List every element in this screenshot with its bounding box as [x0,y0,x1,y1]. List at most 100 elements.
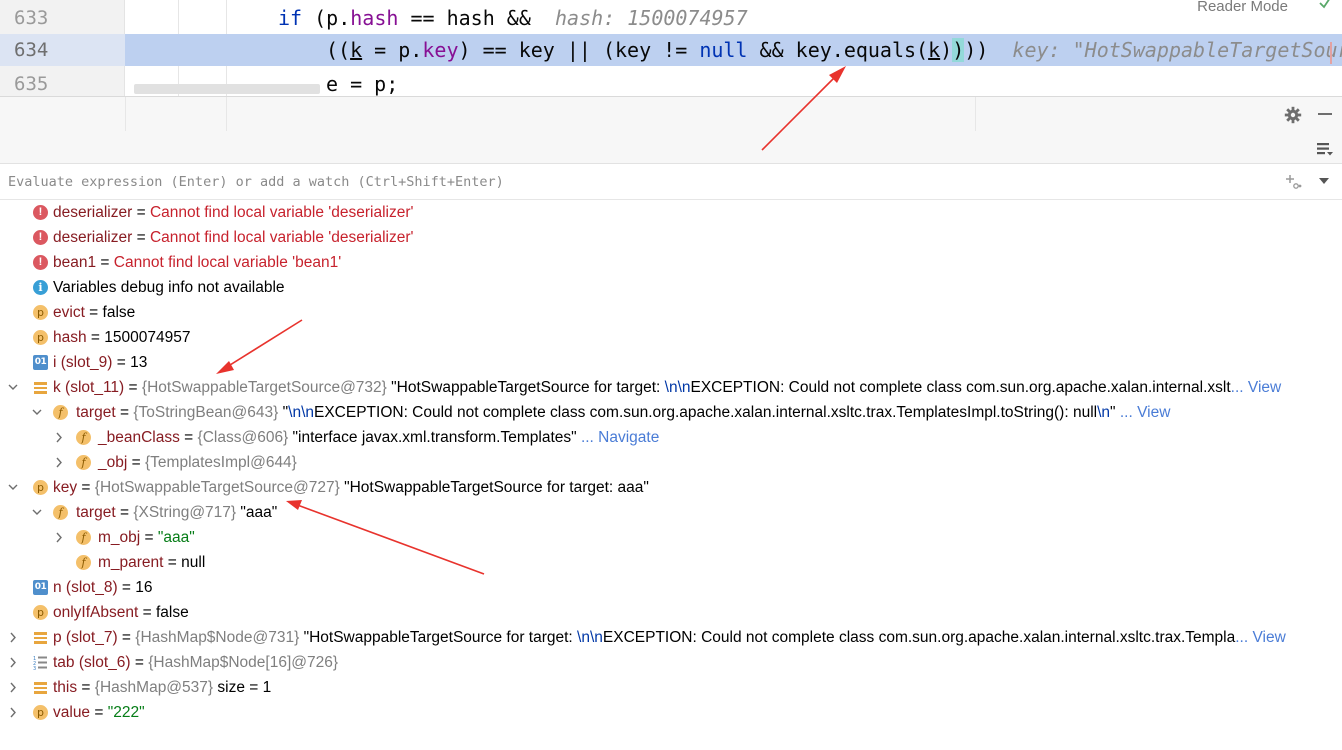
variable-row[interactable]: f m_obj = "aaa" [0,525,1342,550]
view-link[interactable]: ... Navigate [581,429,659,446]
chevron-right-icon[interactable] [6,625,20,650]
equals-sign: = [130,654,149,671]
variable-text: value = "222" [53,700,145,725]
minimize-icon[interactable] [1318,113,1332,115]
evaluate-expression-input[interactable] [8,164,1268,200]
code-token: k [928,38,941,62]
variable-row[interactable]: ! bean1 = Cannot find local variable 'bea… [0,250,1342,275]
chevron-right-icon[interactable] [6,700,20,725]
equals-sign: = [132,204,150,221]
variable-value: "aaa" [236,504,278,521]
variable-name: this [53,679,78,696]
error-stripe-marker[interactable] [1330,42,1342,64]
variable-row[interactable]: k (slot_11) = {HotSwappableTargetSource@… [0,375,1342,400]
variable-name: tab (slot_6) [53,654,131,671]
variable-text: target = {XString@717} "aaa" [76,500,277,525]
variable-text: deserializer = Cannot find local variabl… [53,200,413,225]
equals-sign: = [138,604,156,621]
parameter-icon: p [33,480,48,495]
variable-name: key [53,479,78,496]
horizontal-scrollbar[interactable] [134,84,320,94]
variable-value: \n\n [664,379,691,396]
variable-row[interactable]: p hash = 1500074957 [0,325,1342,350]
chevron-right-icon[interactable] [52,425,66,450]
variable-row[interactable]: p onlyIfAbsent = false [0,600,1342,625]
view-link[interactable]: ... View [1231,379,1282,396]
gear-icon[interactable] [1284,106,1302,124]
variable-row[interactable]: 01 i (slot_9) = 13 [0,350,1342,375]
variable-name: onlyIfAbsent [53,604,139,621]
variable-row[interactable]: this = {HashMap@537} size = 1 [0,675,1342,700]
chevron-down-icon[interactable] [6,475,20,500]
variable-row[interactable]: ! deserializer = Cannot find local variab… [0,225,1342,250]
equals-sign: = [124,379,142,396]
variable-value: size = 1 [213,679,272,696]
variables-tree[interactable]: ! deserializer = Cannot find local variab… [0,200,1342,725]
chevron-down-icon[interactable] [6,375,20,400]
variable-value: false [102,304,136,321]
variable-name: _beanClass [98,429,180,446]
variable-value: 1500074957 [104,329,191,346]
variable-row[interactable]: p value = "222" [0,700,1342,725]
code-token: key: "HotSwappableTargetSource for targe… [1012,38,1342,62]
field-icon: f [53,505,68,520]
variable-name: i (slot_9) [53,354,113,371]
variable-text: bean1 = Cannot find local variable 'bean… [53,250,341,275]
reader-mode-button[interactable]: Reader Mode [1197,0,1288,15]
variable-name: target [76,504,116,521]
variable-text: target = {ToStringBean@643} "\n\nEXCEPTI… [76,400,1170,425]
divider [975,97,976,131]
variable-row[interactable]: f target = {ToStringBean@643} "\n\nEXCEPT… [0,400,1342,425]
code-text: ((k = p.key) == key || (key != null && k… [326,34,1342,66]
chevron-down-icon[interactable] [1319,178,1329,184]
equals-sign: = [132,229,150,246]
chevron-right-icon[interactable] [6,650,20,675]
field-icon: f [76,455,91,470]
code-editor[interactable]: 633 if (p.hash == hash && hash: 15000749… [0,0,1342,96]
variable-name: deserializer [53,229,133,246]
variable-value: " [1110,404,1120,421]
variable-value: "HotSwappableTargetSource for target: [299,629,578,646]
chevron-right-icon[interactable] [6,675,20,700]
variable-name: evict [53,304,85,321]
error-icon: ! [33,230,48,245]
add-watch-icon[interactable] [1286,174,1302,190]
variable-row[interactable]: f _beanClass = {Class@606} "interface jav… [0,425,1342,450]
view-link[interactable]: ... View [1120,404,1171,421]
variable-row[interactable]: f target = {XString@717} "aaa" [0,500,1342,525]
code-text: e = p; [326,68,398,96]
chevron-down-icon[interactable] [30,500,44,525]
variable-row[interactable]: 01 n (slot_8) = 16 [0,575,1342,600]
chevron-down-icon[interactable] [30,400,44,425]
equals-sign: = [86,329,105,346]
debug-panel-header [0,96,1342,164]
code-token: k [350,38,363,62]
chevron-right-icon[interactable] [52,525,66,550]
code-token: && key.equals( [747,38,929,62]
variable-text: key = {HotSwappableTargetSource@727} "Ho… [53,475,649,500]
chevron-right-icon[interactable] [52,450,66,475]
divider [125,97,126,131]
view-link[interactable]: ... View [1235,629,1286,646]
variable-value: Cannot find local variable 'deserializer… [149,229,414,246]
layout-icon[interactable] [1316,141,1334,157]
variable-row[interactable]: p evict = false [0,300,1342,325]
variable-text: _obj = {TemplatesImpl@644} [98,450,297,475]
variable-row[interactable]: p (slot_7) = {HashMap$Node@731} "HotSwap… [0,625,1342,650]
variable-row[interactable]: f _obj = {TemplatesImpl@644} [0,450,1342,475]
info-icon: i [33,280,48,295]
variable-name: Variables debug info not available [53,279,285,296]
code-line-634-current[interactable]: 634 ((k = p.key) == key || (key != null … [0,34,1342,66]
equals-sign: = [84,304,103,321]
variable-name: k (slot_11) [53,379,125,396]
variable-value: EXCEPTION: Could not complete class com.… [602,629,1236,646]
equals-sign: = [127,454,145,471]
code-line-633[interactable]: 633 if (p.hash == hash && hash: 15000749… [0,2,1342,34]
variable-row[interactable]: p key = {HotSwappableTargetSource@727} "H… [0,475,1342,500]
variable-row[interactable]: i Variables debug info not available [0,275,1342,300]
variable-row[interactable]: f m_parent = null [0,550,1342,575]
parameter-icon: p [33,305,48,320]
variable-row[interactable]: 1 2 3 tab (slot_6) = {HashMap$Node[16]@726} [0,650,1342,675]
variable-row[interactable]: ! deserializer = Cannot find local variab… [0,200,1342,225]
check-icon[interactable] [1318,0,1332,10]
